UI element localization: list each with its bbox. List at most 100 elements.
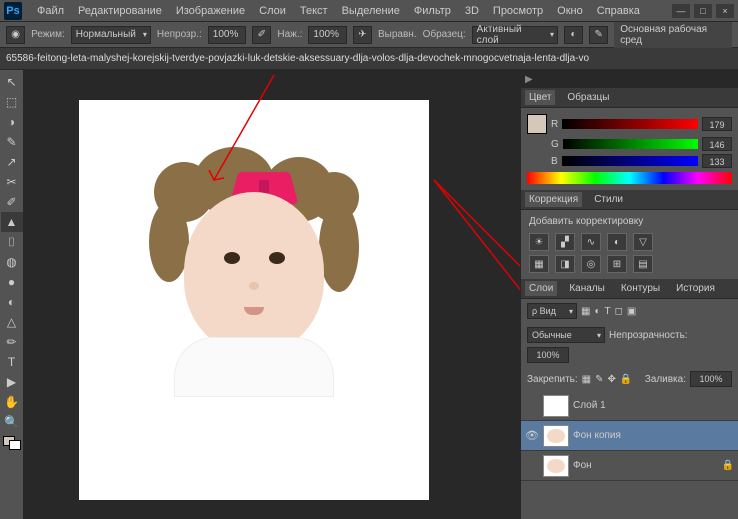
menu-3d[interactable]: 3D (458, 5, 486, 17)
layer-opacity-field[interactable]: 100% (527, 347, 569, 363)
filter-type-icon[interactable]: T (605, 306, 611, 317)
gradient-tool[interactable]: ◐ (1, 292, 23, 312)
paths-tab[interactable]: Контуры (617, 281, 664, 296)
b-slider[interactable] (562, 156, 698, 166)
mode-dropdown[interactable]: Нормальный (71, 26, 151, 44)
adjustments-tab[interactable]: Коррекция (525, 192, 582, 207)
history-brush-tool[interactable]: ◍ (1, 252, 23, 272)
layer-thumbnail[interactable] (543, 455, 569, 477)
document-tab-bar: 65586-feitong-leta-malyshej-korejskij-tv… (0, 48, 738, 70)
lock-all-icon[interactable]: 🔒 (620, 374, 632, 385)
type-tool[interactable]: T (1, 352, 23, 372)
filter-smart-icon[interactable]: ▣ (627, 306, 636, 317)
menu-select[interactable]: Выделение (335, 5, 407, 17)
crop-tool[interactable]: ↗ (1, 152, 23, 172)
menu-layers[interactable]: Слои (252, 5, 293, 17)
layer-name[interactable]: Фон копия (573, 430, 621, 441)
menu-text[interactable]: Текст (293, 5, 335, 17)
fill-field[interactable]: 100% (690, 371, 732, 387)
move-tool[interactable]: ↖ (1, 72, 23, 92)
g-slider[interactable] (563, 139, 698, 149)
layer-name[interactable]: Слой 1 (573, 400, 606, 411)
wand-tool[interactable]: ✎ (1, 132, 23, 152)
tool-preset-icon[interactable]: ◉ (6, 26, 25, 44)
flow-field[interactable]: 100% (308, 26, 347, 44)
swatches-tab[interactable]: Образцы (563, 90, 613, 105)
levels-icon[interactable]: ▞ (555, 233, 575, 251)
eraser-tool[interactable]: ● (1, 272, 23, 292)
menu-help[interactable]: Справка (590, 5, 647, 17)
blur-tool[interactable]: △ (1, 312, 23, 332)
brightness-icon[interactable]: ☀ (529, 233, 549, 251)
lookup-icon[interactable]: ▤ (633, 255, 653, 273)
play-icon[interactable]: ▶ (525, 74, 533, 85)
history-tab[interactable]: История (672, 281, 719, 296)
menu-file[interactable]: Файл (30, 5, 71, 17)
airbrush-icon[interactable]: ✈ (353, 26, 372, 44)
layer-row[interactable]: Слой 1 (521, 391, 738, 421)
workspace-label[interactable]: Основная рабочая сред (614, 22, 732, 48)
layer-row[interactable]: 👁 Фон копия (521, 421, 738, 451)
lock-position-icon[interactable]: ✥ (608, 374, 616, 385)
lasso-tool[interactable]: ◑ (1, 112, 23, 132)
menu-edit[interactable]: Редактирование (71, 5, 169, 17)
path-tool[interactable]: ▶ (1, 372, 23, 392)
filter-shape-icon[interactable]: ◻ (615, 306, 623, 317)
styles-tab[interactable]: Стили (590, 192, 627, 207)
menu-image[interactable]: Изображение (169, 5, 252, 17)
foreground-color[interactable] (527, 114, 547, 134)
visibility-toggle[interactable]: 👁 (525, 429, 539, 442)
marquee-tool[interactable]: ⬚ (1, 92, 23, 112)
layers-tab[interactable]: Слои (525, 281, 557, 296)
layer-thumbnail[interactable] (543, 395, 569, 417)
fill-label: Заливка: (645, 374, 686, 385)
document-tab[interactable]: 65586-feitong-leta-malyshej-korejskij-tv… (6, 53, 589, 64)
hue-icon[interactable]: ▦ (529, 255, 549, 273)
stamp-tool[interactable]: ⌷ (1, 232, 23, 252)
blend-mode-dropdown[interactable]: Обычные (527, 327, 605, 343)
g-value[interactable]: 146 (702, 137, 732, 151)
vibrance-icon[interactable]: ▽ (633, 233, 653, 251)
tablet-pressure-icon[interactable]: ✎ (589, 26, 608, 44)
r-value[interactable]: 179 (702, 117, 732, 131)
layer-kind-filter[interactable]: ρ Вид (527, 303, 577, 319)
lock-icon: 🔒 (722, 460, 734, 471)
options-bar: ◉ Режим: Нормальный Непрозр.: 100% ✐ Наж… (0, 22, 738, 48)
color-swatch[interactable] (3, 436, 21, 450)
healing-tool[interactable]: ✐ (1, 192, 23, 212)
sample-dropdown[interactable]: Активный слой (472, 26, 558, 44)
exposure-icon[interactable]: ◐ (607, 233, 627, 251)
hand-tool[interactable]: ✋ (1, 392, 23, 412)
r-slider[interactable] (562, 119, 698, 129)
eyedropper-tool[interactable]: ✂ (1, 172, 23, 192)
menu-window[interactable]: Окно (550, 5, 590, 17)
channel-mixer-icon[interactable]: ⊞ (607, 255, 627, 273)
filter-pixel-icon[interactable]: ▦ (581, 306, 590, 317)
channels-tab[interactable]: Каналы (565, 281, 609, 296)
lock-pixels-icon[interactable]: ✎ (595, 374, 603, 385)
layer-row[interactable]: Фон 🔒 (521, 451, 738, 481)
dodge-tool[interactable]: ✏ (1, 332, 23, 352)
maximize-button[interactable]: □ (694, 4, 712, 18)
lock-label: Закрепить: (527, 374, 578, 385)
close-button[interactable]: × (716, 4, 734, 18)
color-tab[interactable]: Цвет (525, 90, 555, 105)
layer-name[interactable]: Фон (573, 460, 592, 471)
menu-view[interactable]: Просмотр (486, 5, 550, 17)
lock-transparent-icon[interactable]: ▦ (582, 374, 591, 385)
photo-filter-icon[interactable]: ◎ (581, 255, 601, 273)
zoom-tool[interactable]: 🔍 (1, 412, 23, 432)
layer-thumbnail[interactable] (543, 425, 569, 447)
opacity-field[interactable]: 100% (208, 26, 247, 44)
b-value[interactable]: 133 (702, 154, 732, 168)
canvas-area[interactable] (24, 70, 520, 519)
color-spectrum[interactable] (527, 172, 732, 184)
bw-icon[interactable]: ◨ (555, 255, 575, 273)
opacity-pressure-icon[interactable]: ✐ (252, 26, 271, 44)
sample-ignore-icon[interactable]: ◐ (564, 26, 583, 44)
minimize-button[interactable]: — (672, 4, 690, 18)
curves-icon[interactable]: ∿ (581, 233, 601, 251)
menu-filter[interactable]: Фильтр (407, 5, 458, 17)
brush-tool[interactable]: ▲ (1, 212, 23, 232)
filter-adjust-icon[interactable]: ◐ (594, 306, 600, 317)
